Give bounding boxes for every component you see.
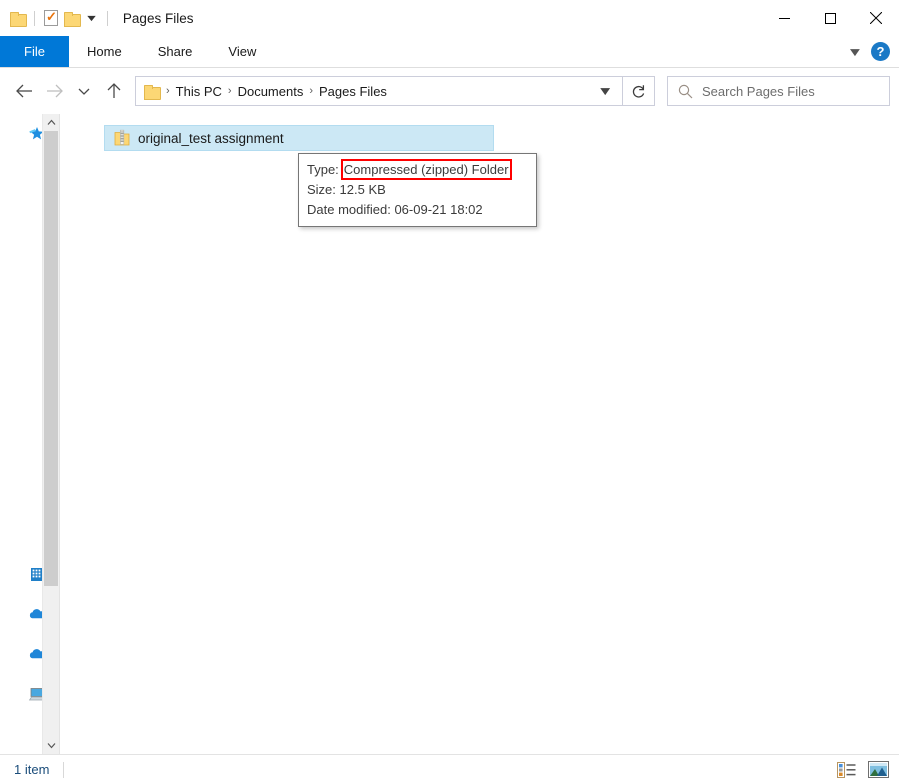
search-placeholder: Search Pages Files	[702, 84, 815, 99]
tooltip-type-value-highlight: Compressed (zipped) Folder	[341, 159, 512, 180]
minimize-button[interactable]	[761, 0, 807, 36]
chevron-down-icon[interactable]: ▼	[81, 13, 102, 23]
tooltip-size-line: Size: 12.5 KB	[307, 180, 528, 200]
quick-access-toolbar: ▼	[0, 10, 111, 26]
up-button[interactable]	[99, 76, 129, 106]
ribbon-right-controls: ▼ ?	[849, 36, 899, 67]
tooltip-date-value: 06-09-21 18:02	[394, 202, 482, 217]
window-controls	[761, 0, 899, 36]
ribbon-tabs: File Home Share View ▼ ?	[0, 36, 899, 68]
status-divider	[63, 762, 64, 778]
breadcrumb-item-pages-files[interactable]: Pages Files	[314, 84, 392, 99]
help-icon[interactable]: ?	[871, 42, 890, 61]
breadcrumb[interactable]: › This PC › Documents › Pages Files ▼	[135, 76, 623, 106]
scroll-down-arrow-icon[interactable]	[43, 737, 59, 754]
back-button[interactable]	[9, 76, 39, 106]
breadcrumb-item-documents[interactable]: Documents	[233, 84, 309, 99]
tooltip-type-line: Type:Compressed (zipped) Folder	[307, 159, 528, 180]
item-count-label: 1 item	[14, 762, 49, 777]
folder-icon	[144, 85, 159, 98]
forward-button[interactable]	[39, 76, 69, 106]
chevron-down-icon[interactable]: ▼	[847, 45, 864, 59]
zip-folder-icon	[114, 129, 130, 147]
tooltip-date-line: Date modified: 06-09-21 18:02	[307, 200, 528, 220]
file-list-pane[interactable]: original_test assignment Type:Compressed…	[60, 114, 899, 754]
folder-icon[interactable]	[10, 12, 25, 25]
breadcrumb-item-this-pc[interactable]: This PC	[171, 84, 227, 99]
sidebar-scrollbar[interactable]	[42, 114, 59, 754]
tooltip-type-label: Type:	[307, 162, 339, 177]
chevron-down-icon[interactable]: ▼	[597, 84, 619, 98]
tab-file[interactable]: File	[0, 36, 69, 67]
scroll-up-arrow-icon[interactable]	[43, 114, 59, 131]
properties-checkmark-icon[interactable]	[44, 10, 58, 26]
tab-view[interactable]: View	[210, 36, 274, 67]
search-input[interactable]: Search Pages Files	[667, 76, 890, 106]
tab-share[interactable]: Share	[140, 36, 211, 67]
close-button[interactable]	[853, 0, 899, 36]
details-view-icon[interactable]	[835, 760, 857, 780]
toolbar-divider	[34, 11, 35, 26]
file-tooltip: Type:Compressed (zipped) Folder Size: 12…	[298, 153, 537, 227]
search-icon	[678, 84, 693, 99]
list-item[interactable]: original_test assignment	[104, 125, 494, 151]
new-folder-icon[interactable]	[64, 12, 79, 25]
large-icons-view-icon[interactable]	[867, 760, 889, 780]
file-explorer-window: ▼ Pages Files File Home Share View ▼ ?	[0, 0, 899, 784]
maximize-button[interactable]	[807, 0, 853, 36]
refresh-button[interactable]	[623, 76, 655, 106]
file-name-label: original_test assignment	[138, 131, 284, 146]
navigation-pane: Quick access Desktop Downloads	[0, 114, 60, 754]
title-bar: ▼ Pages Files	[0, 0, 899, 36]
tooltip-date-label: Date modified:	[307, 202, 391, 217]
address-bar: › This PC › Documents › Pages Files ▼ Se…	[0, 68, 899, 114]
tooltip-size-label: Size:	[307, 182, 336, 197]
recent-locations-button[interactable]	[69, 76, 99, 106]
toolbar-divider-2	[107, 11, 108, 26]
window-title: Pages Files	[123, 11, 194, 26]
explorer-body: Quick access Desktop Downloads	[0, 114, 899, 754]
status-bar: 1 item	[0, 754, 899, 784]
view-mode-buttons	[835, 760, 899, 780]
tooltip-size-value: 12.5 KB	[340, 182, 386, 197]
sidebar-scrollbar-thumb[interactable]	[44, 131, 58, 586]
tab-home[interactable]: Home	[69, 36, 140, 67]
